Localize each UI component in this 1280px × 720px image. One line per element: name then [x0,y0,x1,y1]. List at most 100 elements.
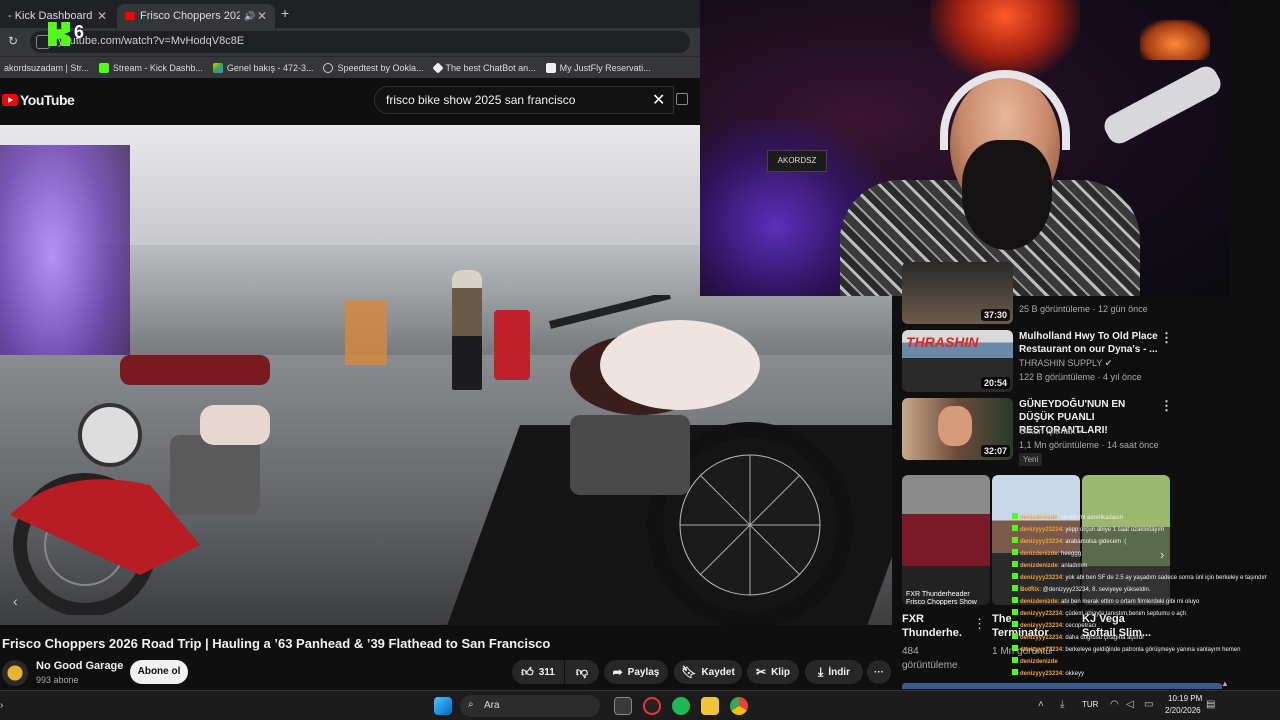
video-scene-door [345,300,387,365]
chat-badge-icon [1012,561,1018,567]
chat-username[interactable]: BotRix [1020,587,1039,593]
rec-channel[interactable]: Orkun Işıtmak ✔ [1019,426,1085,437]
cam-lamp [1140,20,1210,60]
rec-thumbnail[interactable]: THRASHIN 20:54 [902,330,1013,392]
battery-icon[interactable]: ▭ [1144,699,1153,710]
wifi-icon[interactable]: ◠ [1110,699,1119,710]
more-actions-button[interactable]: ··· [867,660,891,684]
chat-username[interactable]: denizyyy23234 [1020,611,1062,617]
bookmark-item[interactable]: My JustFly Reservati... [545,62,651,73]
recommendation-item[interactable]: 37:30 25 B görüntüleme · 12 gün önce [902,262,1222,330]
channel-avatar[interactable] [2,660,28,686]
bookmark-item[interactable]: akordsuzadam | Str... [4,63,89,73]
keyboard-icon[interactable] [676,93,688,105]
reload-icon[interactable]: ↻ [8,34,18,48]
search-input[interactable]: frisco bike show 2025 san francisco [374,86,674,114]
download-tray-icon[interactable]: ⤓ [1060,699,1064,710]
chat-badge-icon [1012,657,1018,663]
youtube-logo[interactable]: YouTube [2,92,75,108]
short-thumbnail[interactable]: FXR Thunderheader Frisco Choppers Show [902,475,990,605]
bookmark-item[interactable]: Speedtest by Ookla... [323,62,424,73]
chat-username[interactable]: denizdenizde [1020,515,1058,521]
rec-meta: 122 B görüntüleme · 4 yıl önce [1019,372,1142,382]
windows-start-icon[interactable] [434,697,452,715]
rec-title[interactable]: Mulholland Hwy To Old Place Restaurant o… [1019,330,1159,356]
chat-username[interactable]: denizyyy23234 [1020,635,1062,641]
bookmark-item[interactable]: Stream - Kick Dashb... [98,62,203,73]
chat-text: : okkeyy [1062,671,1085,677]
site-info-icon[interactable] [36,35,50,49]
rec-thumbnail[interactable]: 37:30 [902,262,1013,324]
chat-text: : daha doğrusu çırağına açtırdı [1062,635,1144,641]
youtube-favicon-icon [125,12,135,20]
tab-kick-dashboard[interactable]: - Kick Dashboard ✕ [0,4,115,28]
save-button[interactable]: 🔖︎ Kaydet [674,660,742,684]
rec-channel[interactable]: THRASHIN SUPPLY ✔ [1019,358,1112,369]
speaker-icon[interactable]: 🔊 [244,11,255,22]
file-explorer-icon[interactable] [701,697,719,715]
chat-username[interactable]: denizyyy23234 [1020,647,1062,653]
short-title[interactable]: FXR Thunderhe... [902,612,962,640]
chat-username[interactable]: denizyyy23234 [1020,527,1062,533]
streamer-webcam: AKORDSZ [700,0,1230,296]
chat-text: : yepp orçun abiye 1 saat uzaklıktayım [1062,527,1165,533]
chevron-right-icon[interactable]: › [0,700,3,711]
recommendation-item[interactable]: THRASHIN 20:54 Mulholland Hwy To Old Pla… [902,330,1222,398]
chat-badge-icon [1012,597,1018,603]
bookmark-item[interactable]: Genel bakış - 472-3... [212,62,313,73]
chat-text: : abi ben merak ettim o ortam filmlerdek… [1057,599,1200,605]
app-icon[interactable] [643,697,661,715]
chat-username[interactable]: denizdenizde [1020,659,1058,665]
chat-badge-icon [1012,609,1018,615]
chat-username[interactable]: denizyyy23234 [1020,623,1062,629]
scroll-up-icon[interactable]: ▲ [1221,679,1229,688]
chat-message: denizdenizde: heeggg [1012,548,1267,560]
chat-message: BotRix: @denizyyy23234, 8. seviyeye yüks… [1012,584,1267,596]
subscribe-button[interactable]: Abone ol [130,660,188,684]
chat-username[interactable]: denizdenizde [1020,599,1058,605]
more-vert-icon[interactable]: ⋮ [1160,330,1173,346]
download-button[interactable]: ⤓ İndir [805,660,863,684]
more-vert-icon[interactable]: ⋮ [1160,398,1173,414]
notification-icon[interactable]: ▤ [1206,699,1215,710]
address-bar: ↻ youtube.com/watch?v=MvHodqV8c8E [0,28,700,56]
tab-label: - Kick Dashboard [8,10,93,22]
chat-username[interactable]: denizdenizde [1020,551,1058,557]
clip-button[interactable]: ✂ Klip [747,660,799,684]
channel-name[interactable]: No Good Garage [36,660,123,672]
subscriber-count: 993 abone [36,675,79,685]
volume-icon[interactable]: ◁ [1126,699,1134,710]
thumbs-down-icon: 👎︎ [575,664,589,679]
chat-username[interactable]: denizyyy23234 [1020,539,1062,545]
new-tab-icon[interactable]: + [281,5,289,21]
tab-youtube-video[interactable]: Frisco Choppers 2026 Road 🔊 ✕ [117,4,275,28]
chat-username[interactable]: denizyyy23234 [1020,575,1062,581]
more-vert-icon[interactable]: ⋮ [973,616,986,632]
rec-thumbnail[interactable]: 32:07 [902,398,1013,460]
chevron-left-icon[interactable]: ‹ [13,593,18,609]
clear-search-icon[interactable]: ✕ [652,90,665,110]
clock-time[interactable]: 10:19 PM [1168,694,1202,703]
recommendation-item[interactable]: 32:07 GÜNEYDOĞU'NUN EN DÜŞÜK PUANLI REST… [902,398,1222,468]
clock-date[interactable]: 2/20/2026 [1165,706,1201,715]
url-field[interactable]: youtube.com/watch?v=MvHodqV8c8E [30,31,690,53]
task-view-icon[interactable] [614,697,632,715]
chat-badge-icon [1012,537,1018,543]
input-language[interactable]: TUR [1082,700,1098,709]
chrome-icon[interactable] [730,697,748,715]
spotify-icon[interactable] [672,697,690,715]
chat-message: denizdenizde: sende mi amerikadasın [1012,512,1267,524]
chat-message: denizdenizde: anladımm [1012,560,1267,572]
video-scene-black-motorcycle [549,295,853,625]
dislike-button[interactable]: 👎︎ [565,660,599,684]
close-tab-icon[interactable]: ✕ [257,9,267,23]
chat-username[interactable]: denizyyy23234 [1020,671,1062,677]
close-tab-icon[interactable]: ✕ [97,9,107,23]
taskbar-search[interactable]: ⌕ Ara [460,695,600,717]
share-button[interactable]: ➦ Paylaş [604,660,668,684]
chat-text: : anladımm [1057,563,1088,569]
bookmark-item[interactable]: The best ChatBot an... [431,61,536,74]
chat-username[interactable]: denizdenizde [1020,563,1058,569]
like-button[interactable]: 👍︎ 311 [512,660,564,684]
tray-chevron-icon[interactable]: ˄ [1038,699,1044,710]
